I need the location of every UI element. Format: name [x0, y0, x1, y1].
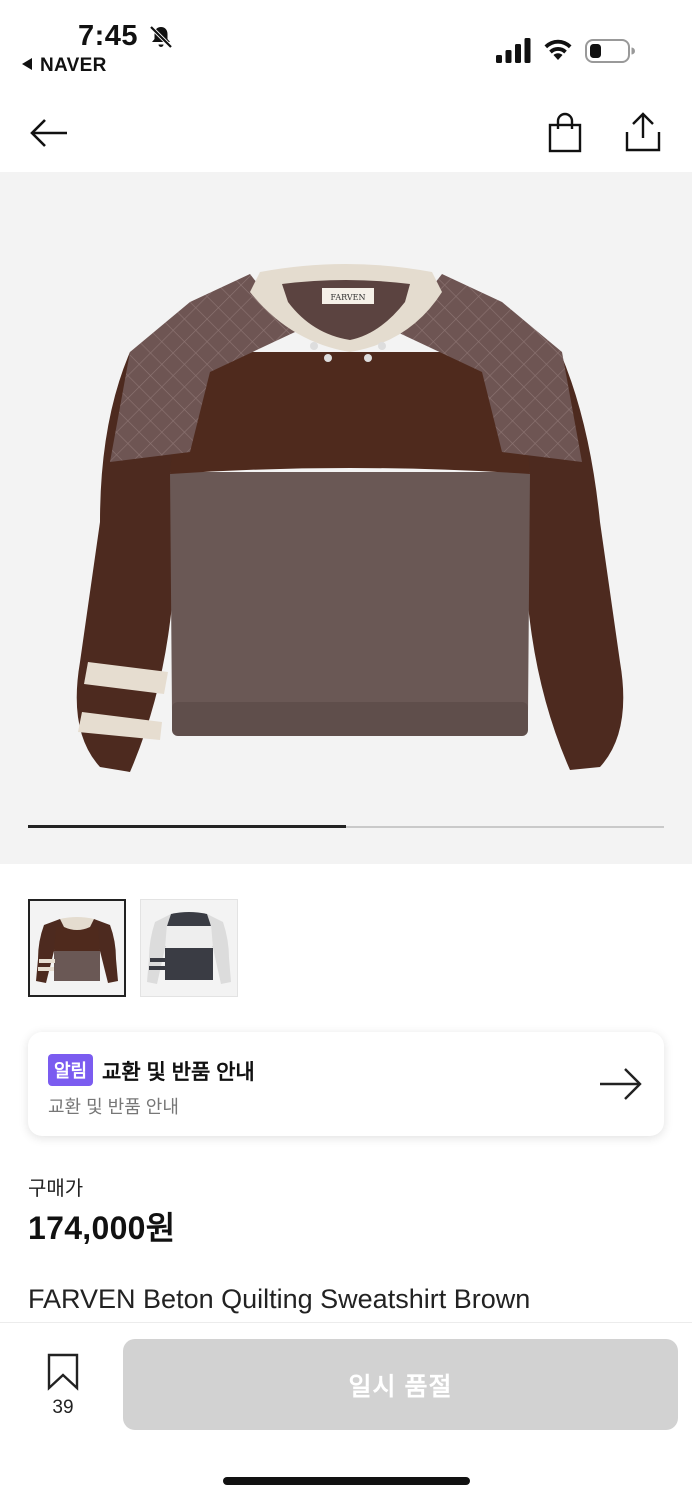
- return-policy-notice[interactable]: 알림 교환 및 반품 안내 교환 및 반품 안내: [28, 1032, 664, 1136]
- garment-brand-label: FARVEN: [331, 293, 366, 302]
- thumbnail-strip: [28, 899, 238, 999]
- status-time: 7:45: [78, 20, 139, 52]
- back-app-label: NAVER: [40, 55, 107, 76]
- price-label: 구매가: [28, 1178, 84, 1200]
- thumbnail-brown-image: [30, 901, 124, 995]
- bookmark-count: 39: [52, 1397, 74, 1418]
- back-arrow-icon[interactable]: [28, 112, 70, 154]
- battery-icon: [585, 39, 635, 63]
- notice-badge: 알림: [48, 1054, 94, 1086]
- thumbnail-gray[interactable]: [140, 899, 238, 997]
- arrow-right-icon[interactable]: [598, 1064, 644, 1104]
- share-icon[interactable]: [622, 110, 664, 154]
- soldout-button[interactable]: 일시 품절: [123, 1339, 678, 1430]
- thumbnail-gray-image: [141, 900, 237, 996]
- thumbnail-brown[interactable]: [28, 899, 126, 997]
- bookmark-button[interactable]: 39: [40, 1353, 86, 1425]
- nav-bar: [0, 90, 692, 172]
- signal-icon: [496, 38, 531, 63]
- back-triangle-icon: [22, 58, 32, 70]
- gallery-progress: [28, 825, 664, 828]
- bell-off-icon: [149, 25, 173, 49]
- product-image-gallery[interactable]: FARVEN: [0, 172, 692, 864]
- bookmark-icon: [47, 1353, 79, 1391]
- notice-subtitle: 교환 및 반품 안내: [48, 1097, 179, 1117]
- back-to-app[interactable]: NAVER: [22, 55, 107, 77]
- shopping-bag-icon[interactable]: [544, 112, 586, 154]
- bottom-action-bar: 39 일시 품절: [0, 1322, 692, 1500]
- home-indicator: [223, 1477, 470, 1485]
- product-name: FARVEN Beton Quilting Sweatshirt Brown: [28, 1284, 531, 1314]
- notice-title: 교환 및 반품 안내: [102, 1061, 255, 1084]
- product-price: 174,000원: [28, 1210, 176, 1246]
- status-bar: 7:45 NAVER: [0, 0, 692, 90]
- product-image: FARVEN: [76, 264, 624, 772]
- wifi-icon: [544, 39, 572, 60]
- gallery-progress-fill: [28, 825, 346, 828]
